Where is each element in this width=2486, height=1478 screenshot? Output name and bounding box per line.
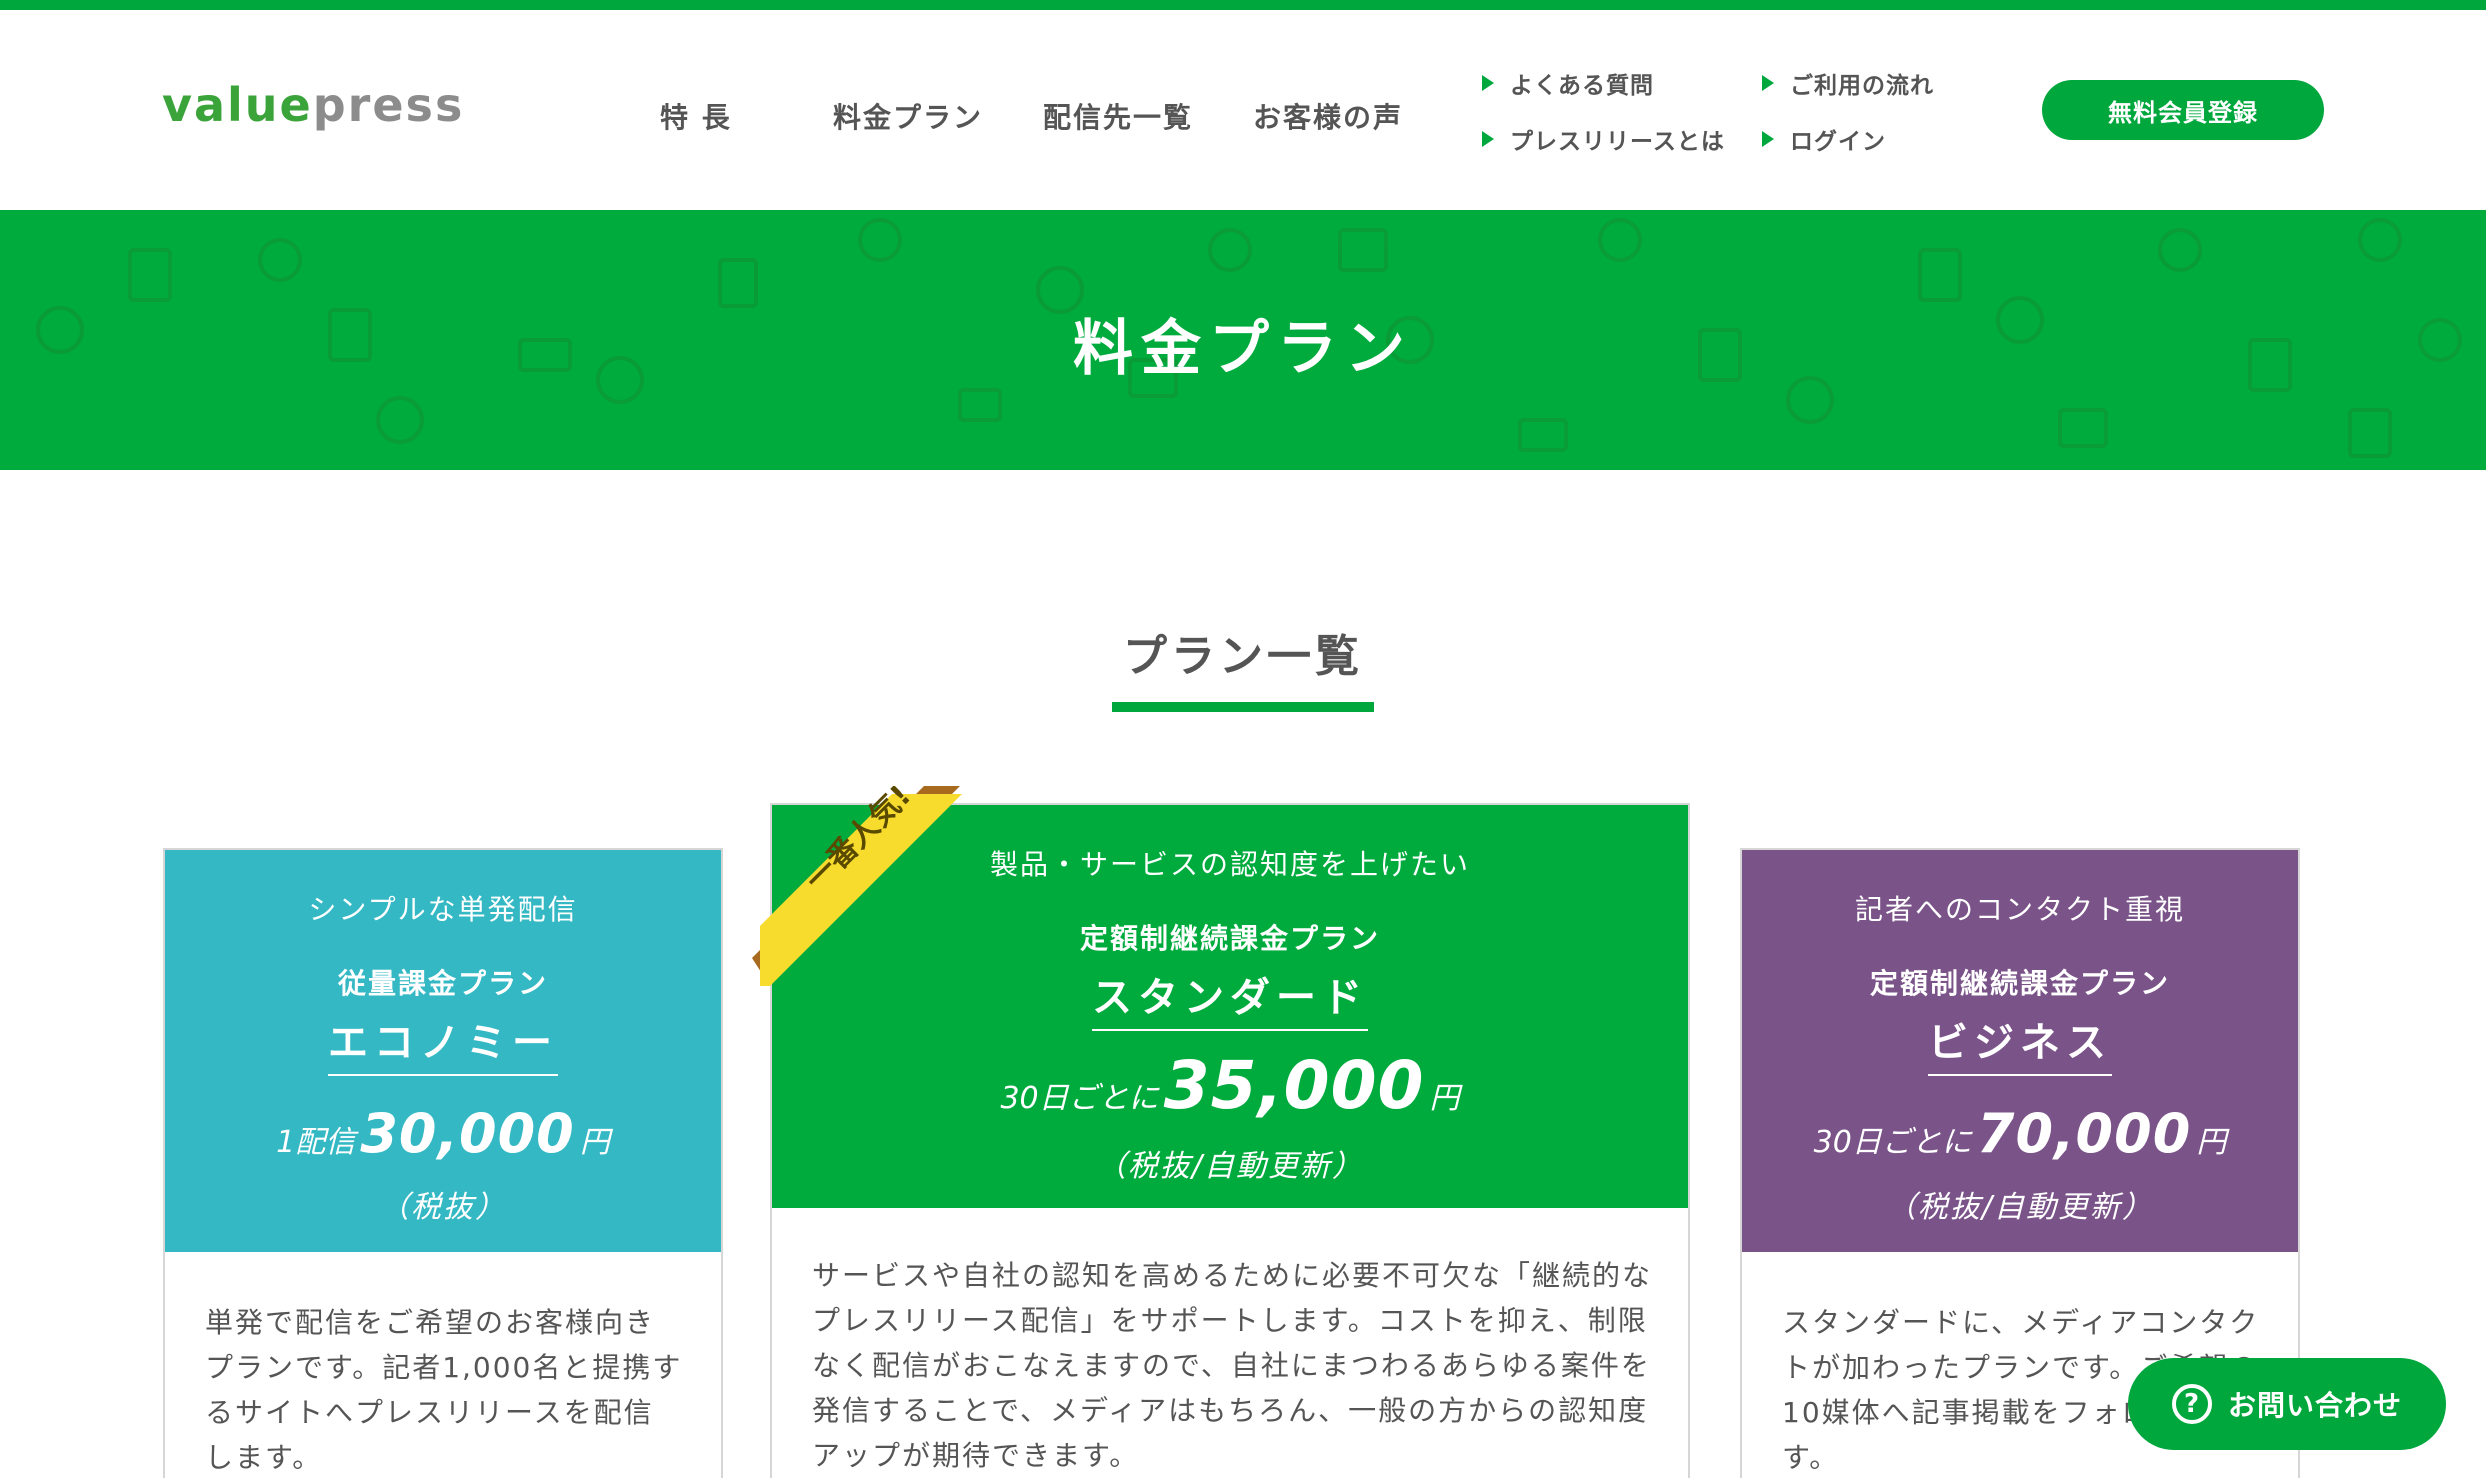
site-header: valuepress 特 長 料金プラン 配信先一覧 お客様の声 よくある質問 … — [0, 10, 2486, 210]
nav-distribution-list[interactable]: 配信先一覧 — [1043, 96, 1193, 136]
plan-name: ビジネス — [1928, 1010, 2112, 1076]
nav-login[interactable]: ログイン — [1762, 122, 1886, 156]
plan-price: 1配信 30,000 円 — [276, 1102, 610, 1165]
plan-type: 従量課金プラン — [337, 967, 548, 1000]
plan-header-business: 記者へのコンタクト重視 定額制継続課金プラン ビジネス 30日ごとに 70,00… — [1742, 850, 2298, 1252]
valuepress-logo[interactable]: valuepress — [162, 78, 464, 132]
section-title-underline — [1112, 702, 1374, 712]
plan-subtitle: シンプルな単発配信 — [308, 893, 578, 926]
plan-card-economy: シンプルな単発配信 従量課金プラン エコノミー 1配信 30,000 円 （税抜… — [163, 848, 723, 1478]
triangle-right-icon — [1482, 75, 1494, 91]
plan-header-economy: シンプルな単発配信 従量課金プラン エコノミー 1配信 30,000 円 （税抜… — [165, 850, 721, 1252]
plan-tax-note: （税抜） — [379, 1190, 507, 1225]
popular-ribbon: 一番人気! — [752, 786, 962, 986]
plan-subtitle: 記者へのコンタクト重視 — [1854, 893, 2185, 926]
nav-faq[interactable]: よくある質問 — [1482, 66, 1654, 100]
triangle-right-icon — [1762, 131, 1774, 147]
plan-price: 30日ごとに 35,000 円 — [1000, 1047, 1460, 1124]
nav-about-press-release[interactable]: プレスリリースとは — [1482, 122, 1725, 156]
plan-name: エコノミー — [328, 1010, 558, 1076]
hero-title: 料金プラン — [1073, 314, 1413, 384]
question-icon: ? — [2172, 1384, 2212, 1424]
plan-price: 30日ごとに 70,000 円 — [1813, 1102, 2227, 1165]
triangle-right-icon — [1762, 75, 1774, 91]
contact-button[interactable]: ? お問い合わせ — [2128, 1358, 2446, 1450]
section-title: プラン一覧 — [1123, 631, 1363, 682]
plan-name: スタンダード — [1092, 965, 1368, 1031]
nav-pricing[interactable]: 料金プラン — [833, 96, 983, 136]
plan-type: 定額制継続課金プラン — [1869, 967, 2170, 1000]
nav-flow[interactable]: ご利用の流れ — [1762, 66, 1934, 100]
plan-description: 単発で配信をご希望のお客様向きプランです。記者1,000名と提携するサイトへプレ… — [205, 1306, 683, 1474]
nav-features[interactable]: 特 長 — [660, 96, 732, 136]
hero-banner: 料金プラン — [0, 210, 2486, 470]
plan-tax-note: （税抜/自動更新） — [1095, 1149, 1365, 1184]
plan-tax-note: （税抜/自動更新） — [1885, 1190, 2155, 1225]
plan-description: サービスや自社の認知を高めるために必要不可欠な「継続的なプレスリリース配信」をサ… — [812, 1259, 1653, 1472]
nav-testimonials[interactable]: お客様の声 — [1253, 96, 1403, 136]
register-button[interactable]: 無料会員登録 — [2042, 80, 2324, 140]
top-accent-strip — [0, 0, 2486, 10]
triangle-right-icon — [1482, 131, 1494, 147]
